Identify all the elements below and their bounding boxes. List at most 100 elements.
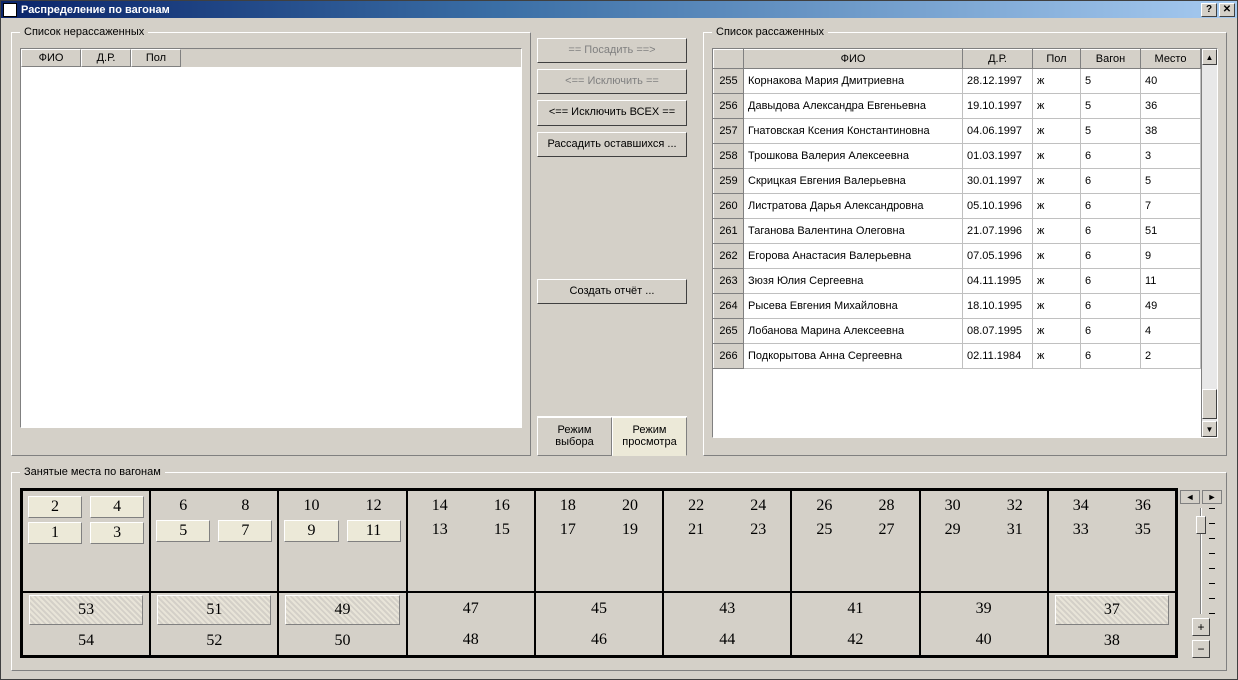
seat[interactable]: 29 (925, 519, 981, 541)
side-seat[interactable]: 39 (921, 593, 1047, 624)
seat[interactable]: 14 (412, 495, 468, 517)
seat[interactable]: 34 (1053, 495, 1109, 517)
zoom-slider[interactable] (1191, 508, 1211, 614)
side-seat[interactable]: 47 (408, 593, 534, 624)
seat[interactable]: 27 (858, 519, 914, 541)
side-seat[interactable]: 38 (1049, 627, 1175, 655)
scroll-track[interactable] (1202, 65, 1217, 421)
side-seat[interactable]: 52 (151, 627, 277, 655)
table-row[interactable]: 263Зюзя Юлия Сергеевна04.11.1995ж611 (714, 269, 1201, 294)
zoom-in-button[interactable]: + (1192, 618, 1210, 636)
seat[interactable]: 8 (217, 495, 273, 517)
seat[interactable]: 20 (602, 495, 658, 517)
seat[interactable]: 35 (1115, 519, 1171, 541)
seat[interactable]: 22 (668, 495, 724, 517)
wagon-prev-icon[interactable]: ◄ (1180, 490, 1200, 504)
seat[interactable]: 33 (1053, 519, 1109, 541)
seat-rest-button[interactable]: Рассадить оставшихся ... (537, 132, 687, 157)
seat[interactable]: 13 (412, 519, 468, 541)
seat[interactable]: 2 (28, 496, 82, 518)
seat[interactable]: 17 (540, 519, 596, 541)
seated-scrollbar[interactable]: ▲ ▼ (1201, 49, 1217, 437)
seat[interactable]: 1 (28, 522, 82, 544)
table-row[interactable]: 266Подкорытова Анна Сергеевна02.11.1984ж… (714, 344, 1201, 369)
side-seat[interactable]: 42 (792, 624, 918, 655)
seated-header-seat[interactable]: Место (1141, 50, 1201, 69)
seat[interactable]: 7 (218, 520, 272, 542)
seated-header-pol[interactable]: Пол (1033, 50, 1081, 69)
side-seat[interactable]: 44 (664, 624, 790, 655)
seat[interactable]: 21 (668, 519, 724, 541)
seat[interactable]: 18 (540, 495, 596, 517)
side-seat[interactable]: 46 (536, 624, 662, 655)
unseated-header-pol[interactable]: Пол (131, 49, 181, 67)
seat[interactable]: 19 (602, 519, 658, 541)
wagon-next-icon[interactable]: ► (1202, 490, 1222, 504)
table-row[interactable]: 259Скрицкая Евгения Валерьевна30.01.1997… (714, 169, 1201, 194)
table-row[interactable]: 262Егорова Анастасия Валерьевна07.05.199… (714, 244, 1201, 269)
help-button[interactable]: ? (1201, 3, 1217, 17)
seat[interactable]: 5 (156, 520, 210, 542)
mode-select-tab[interactable]: Режим выбора (537, 417, 612, 456)
exclude-all-button[interactable]: <== Исключить ВСЕХ == (537, 100, 687, 125)
seated-header-dr[interactable]: Д.Р. (963, 50, 1033, 69)
table-row[interactable]: 255Корнакова Мария Дмитриевна28.12.1997ж… (714, 69, 1201, 94)
seat-button[interactable]: == Посадить ==> (537, 38, 687, 63)
wagon-diagram[interactable]: 2413685710129111416131518201719222421232… (20, 488, 1178, 658)
side-seat[interactable]: 43 (664, 593, 790, 624)
close-button[interactable]: ✕ (1219, 3, 1235, 17)
scroll-down-icon[interactable]: ▼ (1202, 421, 1217, 437)
side-seat[interactable]: 37 (1055, 595, 1169, 625)
seat[interactable]: 16 (474, 495, 530, 517)
side-seat[interactable]: 49 (285, 595, 399, 625)
table-row[interactable]: 256Давыдова Александра Евгеньевна19.10.1… (714, 94, 1201, 119)
seat[interactable]: 28 (858, 495, 914, 517)
unseated-table[interactable]: ФИО Д.Р. Пол (20, 48, 522, 428)
create-report-button[interactable]: Создать отчёт ... (537, 279, 687, 304)
seated-table[interactable]: ФИО Д.Р. Пол Вагон Место 255Корнакова Ма… (713, 49, 1201, 369)
unseated-header-dr[interactable]: Д.Р. (81, 49, 131, 67)
seated-header-idx[interactable] (714, 50, 744, 69)
seat[interactable]: 3 (90, 522, 144, 544)
seated-header-wagon[interactable]: Вагон (1081, 50, 1141, 69)
table-row[interactable]: 261Таганова Валентина Олеговна21.07.1996… (714, 219, 1201, 244)
side-seat[interactable]: 48 (408, 624, 534, 655)
seated-header-fio[interactable]: ФИО (744, 50, 963, 69)
row-wagon: 5 (1081, 119, 1141, 144)
seat[interactable]: 24 (730, 495, 786, 517)
seat[interactable]: 30 (925, 495, 981, 517)
zoom-out-button[interactable]: − (1192, 640, 1210, 658)
seat[interactable]: 4 (90, 496, 144, 518)
seat[interactable]: 15 (474, 519, 530, 541)
unseated-header-fio[interactable]: ФИО (21, 49, 81, 67)
seat[interactable]: 6 (155, 495, 211, 517)
exclude-button[interactable]: <== Исключить == (537, 69, 687, 94)
seat[interactable]: 12 (346, 495, 402, 517)
seat[interactable]: 11 (347, 520, 401, 542)
seat[interactable]: 9 (284, 520, 338, 542)
seat[interactable]: 25 (796, 519, 852, 541)
seat[interactable]: 36 (1115, 495, 1171, 517)
row-pol: ж (1033, 69, 1081, 94)
seat[interactable]: 23 (730, 519, 786, 541)
table-row[interactable]: 264Рысева Евгения Михайловна18.10.1995ж6… (714, 294, 1201, 319)
seat[interactable]: 32 (987, 495, 1043, 517)
seat[interactable]: 31 (987, 519, 1043, 541)
side-seat[interactable]: 51 (157, 595, 271, 625)
side-seat[interactable]: 53 (29, 595, 143, 625)
slider-thumb[interactable] (1196, 516, 1206, 534)
table-row[interactable]: 265Лобанова Марина Алексеевна08.07.1995ж… (714, 319, 1201, 344)
table-row[interactable]: 258Трошкова Валерия Алексеевна01.03.1997… (714, 144, 1201, 169)
side-seat[interactable]: 50 (279, 627, 405, 655)
table-row[interactable]: 257Гнатовская Ксения Константиновна04.06… (714, 119, 1201, 144)
side-seat[interactable]: 41 (792, 593, 918, 624)
scroll-thumb[interactable] (1202, 389, 1217, 419)
side-seat[interactable]: 54 (23, 627, 149, 655)
side-seat[interactable]: 40 (921, 624, 1047, 655)
side-seat[interactable]: 45 (536, 593, 662, 624)
mode-view-tab[interactable]: Режим просмотра (612, 417, 687, 456)
seat[interactable]: 10 (283, 495, 339, 517)
seat[interactable]: 26 (796, 495, 852, 517)
scroll-up-icon[interactable]: ▲ (1202, 49, 1217, 65)
table-row[interactable]: 260Листратова Дарья Александровна05.10.1… (714, 194, 1201, 219)
